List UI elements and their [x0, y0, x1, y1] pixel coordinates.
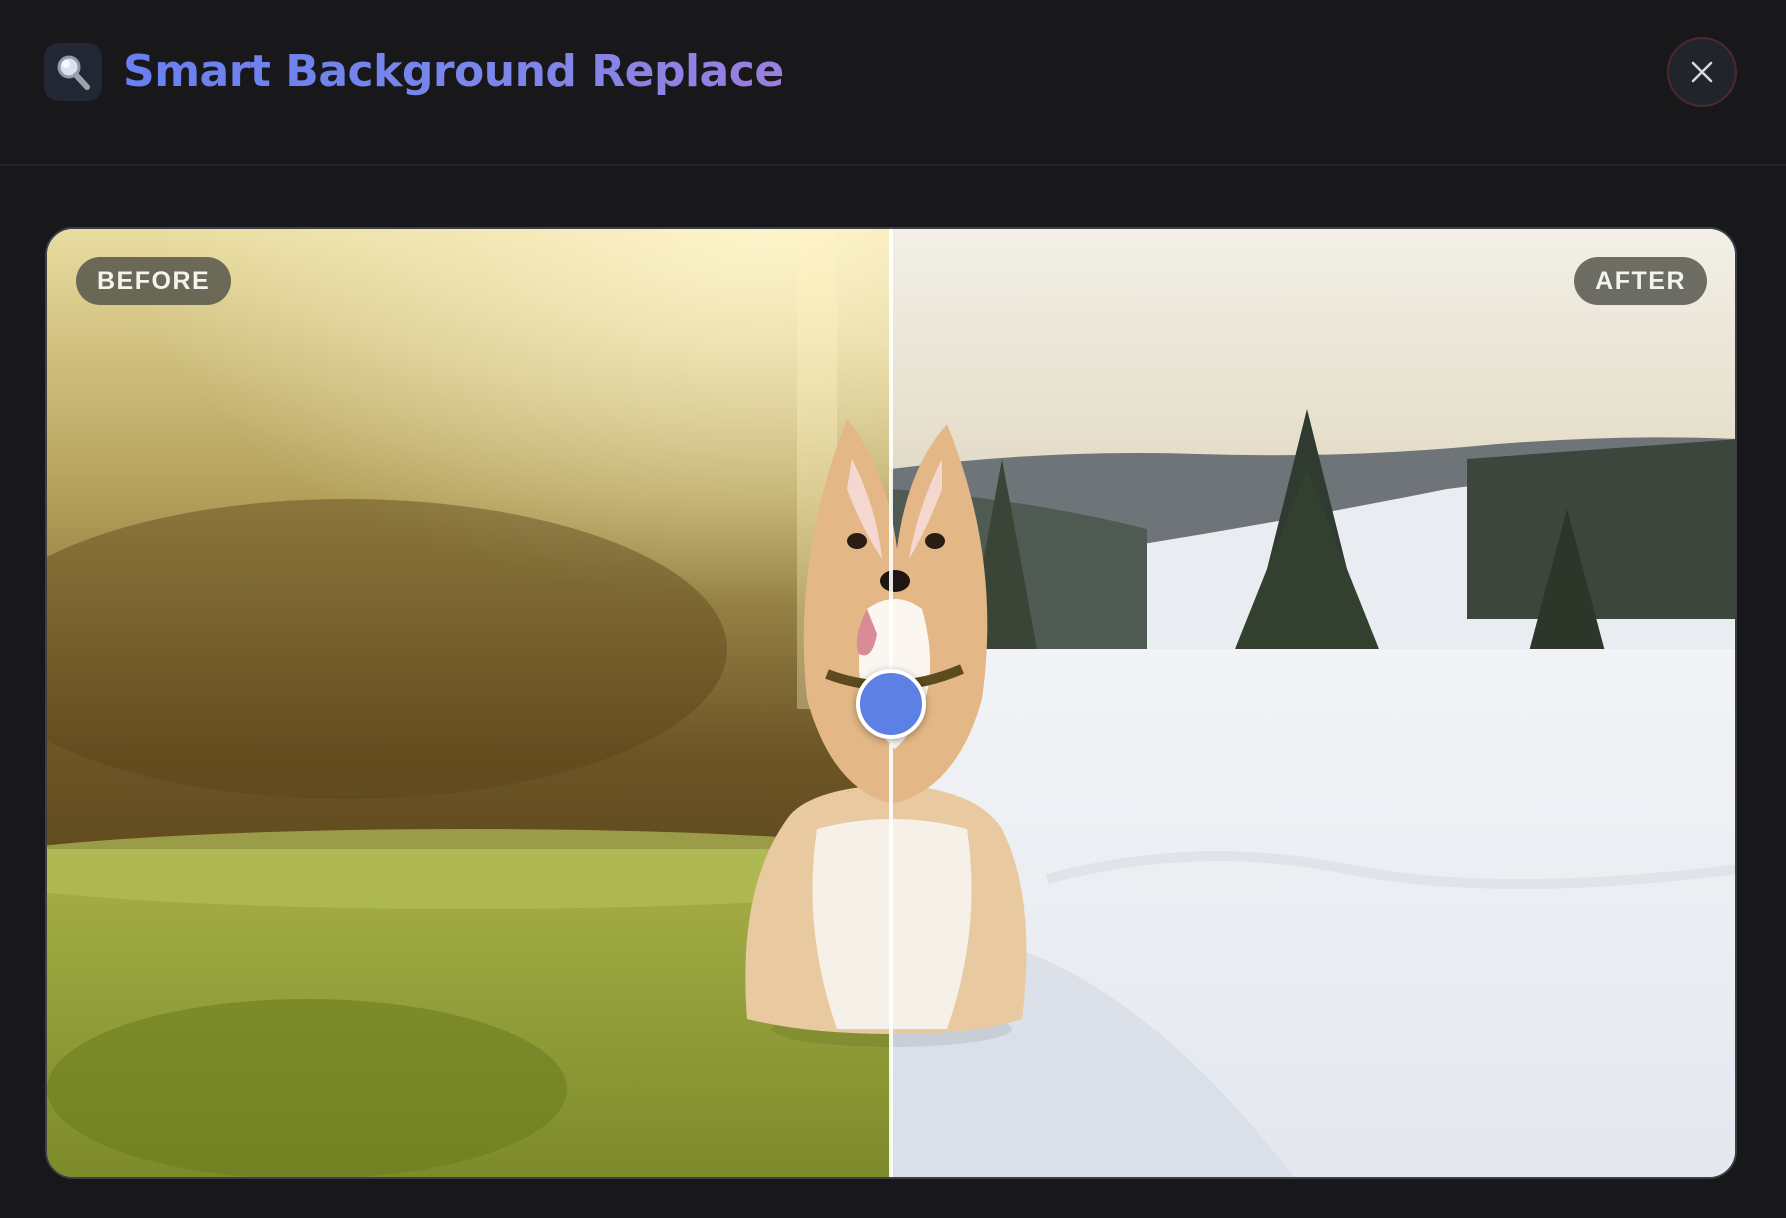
before-badge: BEFORE	[76, 257, 232, 305]
slider-handle[interactable]	[856, 669, 926, 739]
modal-header: Smart Background Replace	[0, 0, 1786, 166]
after-badge: AFTER	[1574, 257, 1707, 305]
close-button[interactable]	[1667, 37, 1737, 107]
magnifier-icon	[44, 43, 102, 101]
page-title: Smart Background Replace	[123, 42, 784, 102]
close-icon	[1691, 61, 1713, 83]
before-after-comparison[interactable]: BEFORE AFTER	[45, 227, 1737, 1179]
